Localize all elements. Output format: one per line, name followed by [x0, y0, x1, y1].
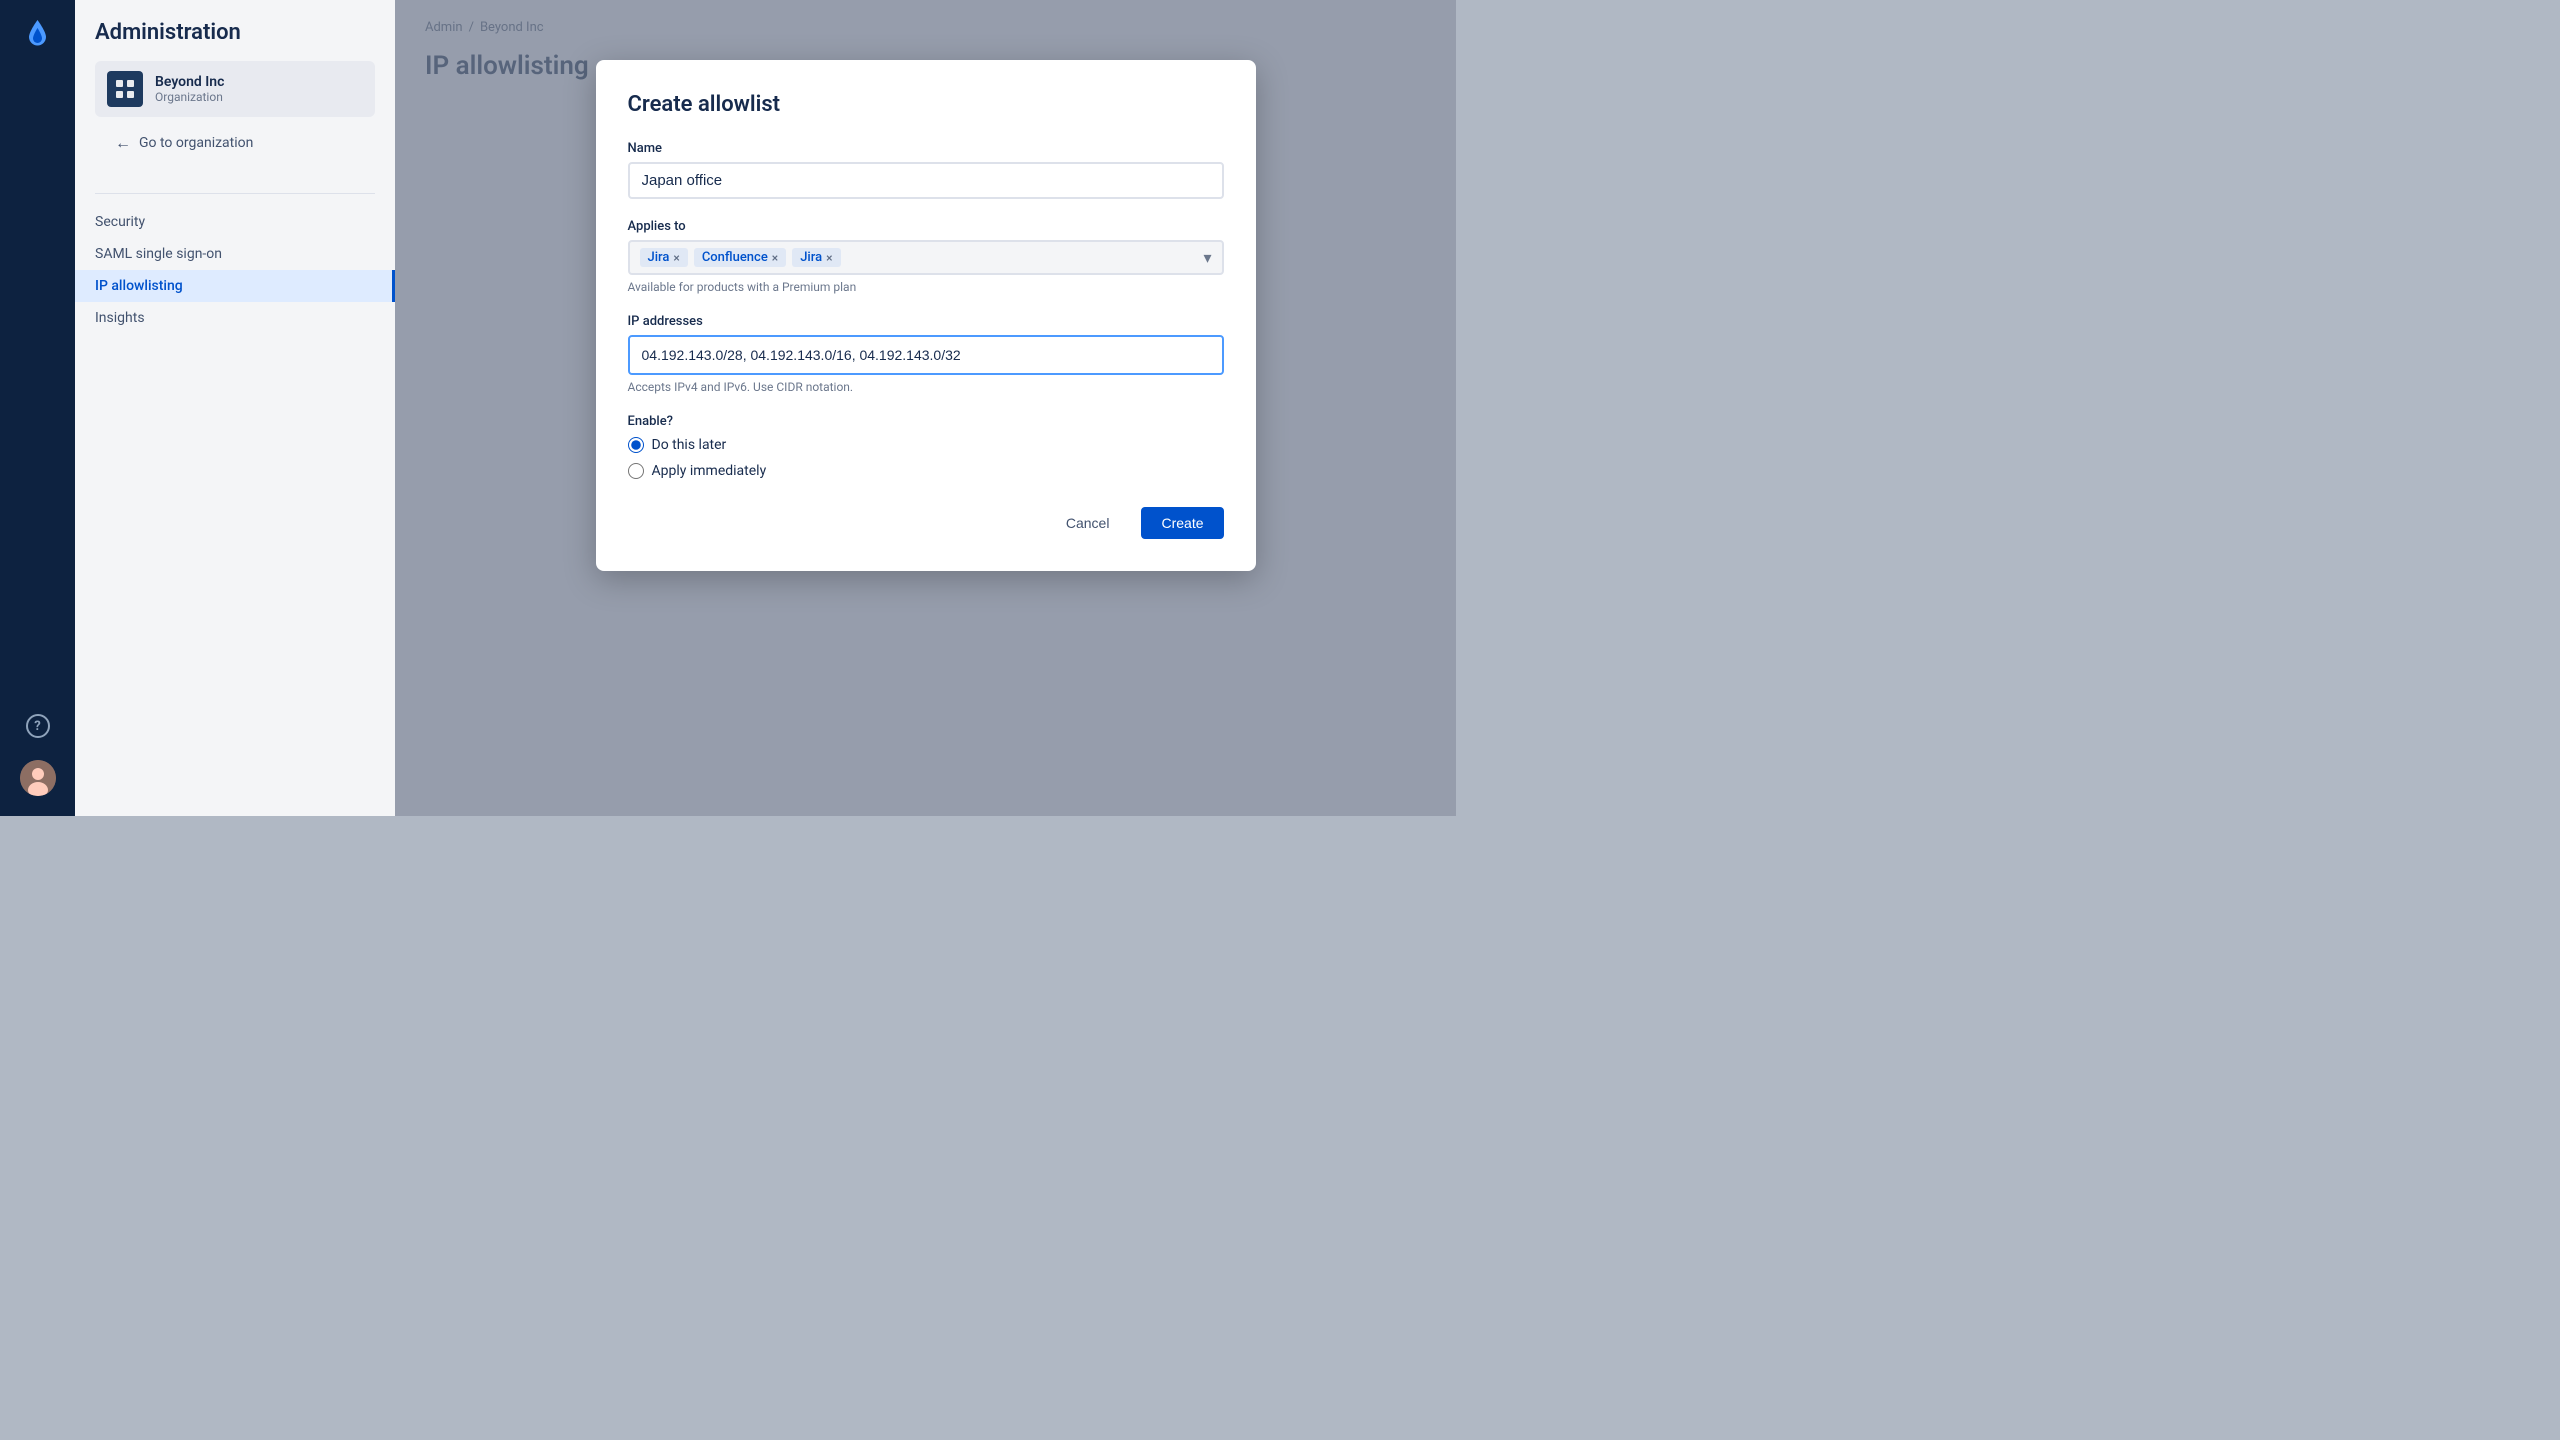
nav-item-insights[interactable]: Insights — [75, 302, 395, 334]
back-arrow-icon: ← — [115, 133, 131, 153]
tag-jira-2-remove[interactable]: × — [826, 252, 832, 264]
ip-hint: Accepts IPv4 and IPv6. Use CIDR notation… — [628, 380, 1224, 394]
premium-hint: Available for products with a Premium pl… — [628, 280, 1224, 294]
main-content: Admin / Beyond Inc IP allowlisting Creat… — [395, 0, 1456, 816]
enable-field-group: Enable? Do this later Apply immediately — [628, 414, 1224, 479]
applies-to-field-group: Applies to Jira × Confluence × Jira × ▾ — [628, 219, 1224, 294]
go-to-org-label: Go to organization — [139, 135, 253, 151]
tag-confluence[interactable]: Confluence × — [694, 248, 786, 267]
left-panel: Administration Beyond Inc Organization ←… — [75, 0, 395, 816]
tag-jira-1[interactable]: Jira × — [640, 248, 688, 267]
name-field-group: Name — [628, 141, 1224, 199]
radio-apply-immediately-input[interactable] — [628, 463, 644, 479]
applies-to-select[interactable]: Jira × Confluence × Jira × ▾ — [628, 240, 1224, 275]
tag-jira-2-label: Jira — [800, 250, 822, 265]
tag-jira-1-label: Jira — [648, 250, 670, 265]
radio-do-later-input[interactable] — [628, 437, 644, 453]
create-button[interactable]: Create — [1141, 507, 1223, 539]
ip-addresses-field-group: IP addresses Accepts IPv4 and IPv6. Use … — [628, 314, 1224, 394]
help-button[interactable]: ? — [20, 708, 56, 744]
org-info: Beyond Inc Organization — [155, 74, 224, 104]
org-card[interactable]: Beyond Inc Organization — [95, 61, 375, 117]
create-allowlist-modal: Create allowlist Name Applies to Jira × … — [596, 60, 1256, 571]
user-avatar[interactable] — [20, 760, 56, 796]
nav-item-security[interactable]: Security — [75, 206, 395, 238]
sidebar-nav: Security SAML single sign-on IP allowlis… — [75, 206, 395, 334]
app-logo[interactable] — [20, 16, 56, 52]
name-label: Name — [628, 141, 1224, 156]
tag-confluence-remove[interactable]: × — [772, 252, 778, 264]
org-icon — [107, 71, 143, 107]
tag-jira-1-remove[interactable]: × — [673, 252, 679, 264]
modal-footer: Cancel Create — [628, 507, 1224, 539]
go-to-org-button[interactable]: ← Go to organization — [103, 125, 367, 161]
chevron-down-icon: ▾ — [1203, 248, 1211, 267]
left-panel-header: Administration Beyond Inc Organization ←… — [75, 20, 395, 181]
modal-title: Create allowlist — [628, 92, 1224, 117]
tag-jira-2[interactable]: Jira × — [792, 248, 840, 267]
ip-addresses-input[interactable] — [628, 335, 1224, 375]
nav-divider — [95, 193, 375, 194]
radio-do-later[interactable]: Do this later — [628, 437, 1224, 453]
radio-do-later-label: Do this later — [652, 437, 727, 453]
enable-radio-group: Do this later Apply immediately — [628, 437, 1224, 479]
tag-confluence-label: Confluence — [702, 250, 768, 265]
radio-apply-immediately[interactable]: Apply immediately — [628, 463, 1224, 479]
sidebar: ? — [0, 0, 75, 816]
cancel-button[interactable]: Cancel — [1046, 507, 1130, 539]
radio-apply-immediately-label: Apply immediately — [652, 463, 767, 479]
name-input[interactable] — [628, 162, 1224, 199]
org-subtitle: Organization — [155, 90, 224, 104]
admin-title: Administration — [95, 20, 375, 45]
ip-addresses-label: IP addresses — [628, 314, 1224, 329]
applies-to-label: Applies to — [628, 219, 1224, 234]
sidebar-bottom: ? — [20, 708, 56, 816]
org-name: Beyond Inc — [155, 74, 224, 90]
nav-item-saml[interactable]: SAML single sign-on — [75, 238, 395, 270]
nav-item-ip-allowlisting[interactable]: IP allowlisting — [75, 270, 395, 302]
enable-label: Enable? — [628, 414, 1224, 429]
modal-overlay: Create allowlist Name Applies to Jira × … — [395, 0, 1456, 816]
